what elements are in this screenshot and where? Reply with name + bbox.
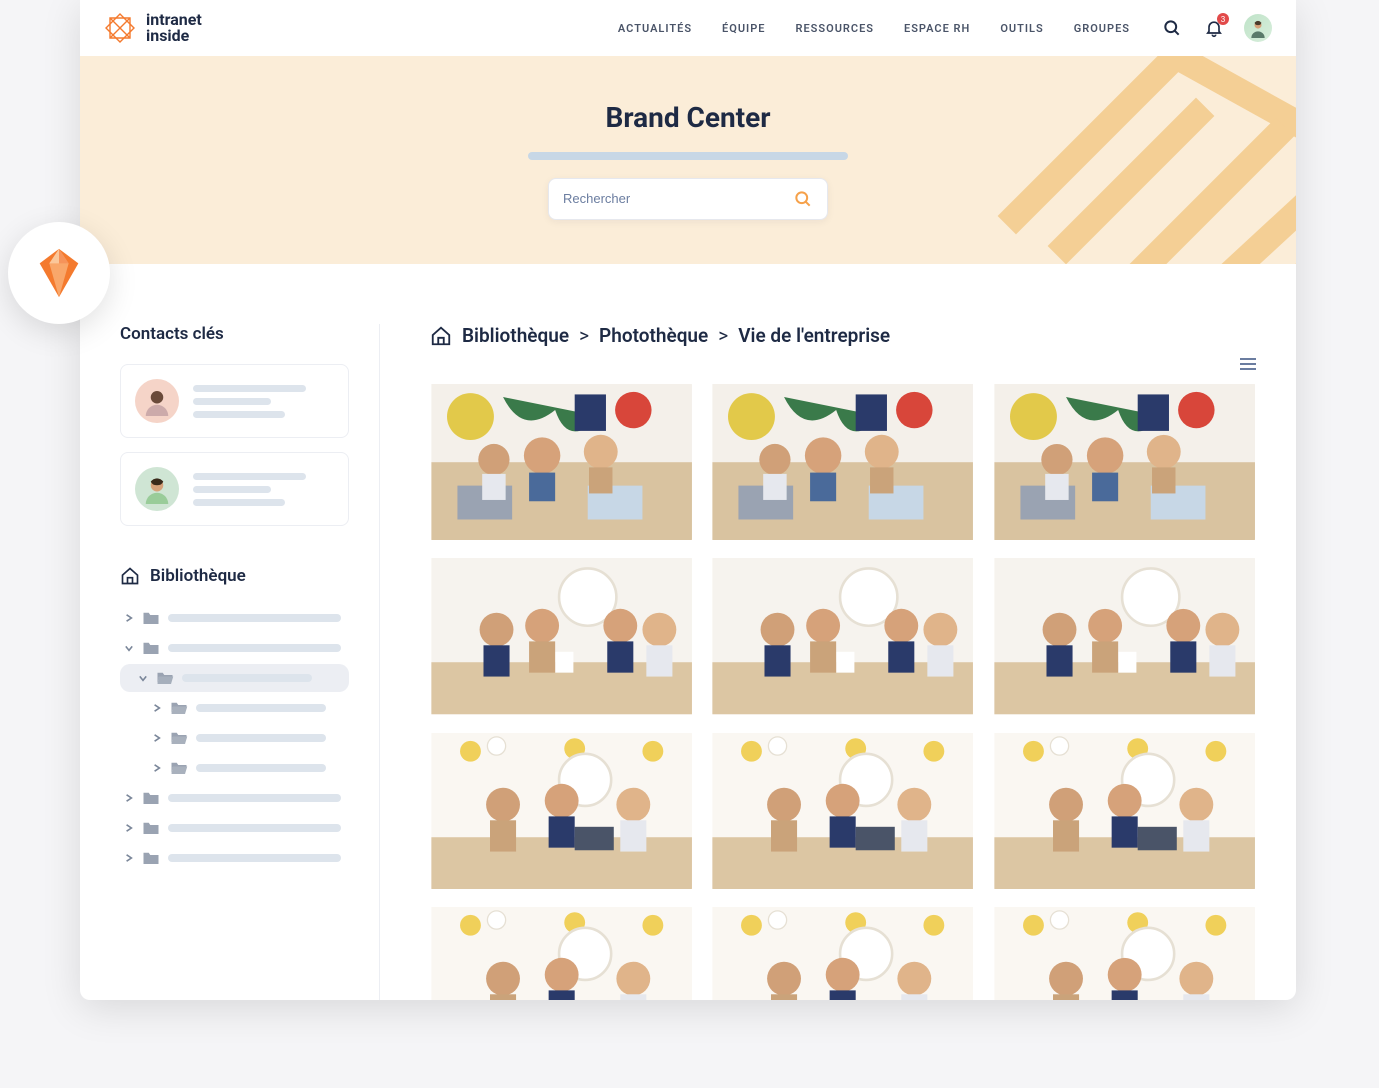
chevron-down-icon [124, 644, 134, 652]
hero-deco-icon [996, 56, 1296, 264]
primary-nav: ACTUALITÉS ÉQUIPE RESSOURCES ESPACE RH O… [618, 14, 1272, 42]
tree-item-selected[interactable] [120, 664, 349, 692]
avatar-face-icon [142, 386, 172, 416]
avatar-face-icon [1248, 18, 1268, 38]
photo-thumb[interactable] [430, 384, 693, 540]
hero-search[interactable] [548, 178, 828, 220]
folder-icon [142, 610, 160, 626]
library-header: Bibliothèque [120, 566, 349, 586]
tree-item[interactable] [120, 844, 349, 872]
folder-icon [142, 640, 160, 656]
tree-item[interactable] [120, 754, 349, 782]
view-list-button[interactable] [1240, 357, 1256, 376]
app-gem-badge [8, 222, 110, 324]
topbar: intranet inside ACTUALITÉS ÉQUIPE RESSOU… [80, 0, 1296, 56]
hero: Brand Center [80, 56, 1296, 264]
folder-tree [120, 604, 349, 872]
nav-actualites[interactable]: ACTUALITÉS [618, 22, 692, 35]
tree-item[interactable] [120, 604, 349, 632]
hero-subtitle-placeholder [528, 152, 848, 160]
contact-card[interactable] [120, 452, 349, 526]
tree-item[interactable] [120, 784, 349, 812]
chevron-right-icon [124, 614, 134, 622]
folder-icon [142, 820, 160, 836]
brand-logo-icon [104, 12, 136, 44]
folder-icon [142, 790, 160, 806]
contact-placeholder-lines [193, 385, 334, 418]
topbar-actions: 3 [1160, 14, 1272, 42]
tree-item[interactable] [120, 724, 349, 752]
contact-avatar [135, 467, 179, 511]
app-window: intranet inside ACTUALITÉS ÉQUIPE RESSOU… [80, 0, 1296, 1000]
photo-thumb[interactable] [993, 907, 1256, 1000]
tree-item[interactable] [120, 694, 349, 722]
tree-item[interactable] [120, 814, 349, 842]
library-title: Bibliothèque [150, 566, 246, 586]
list-icon [1240, 358, 1256, 372]
chevron-down-icon [138, 674, 148, 682]
home-icon [120, 566, 140, 586]
photo-thumb[interactable] [711, 384, 974, 540]
search-icon [1162, 18, 1182, 38]
breadcrumb-library[interactable]: Bibliothèque [462, 324, 569, 347]
search-icon [793, 189, 813, 209]
chevron-right-icon [152, 764, 162, 772]
nav-equipe[interactable]: ÉQUIPE [722, 22, 765, 35]
main-content: Bibliothèque > Photothèque > Vie de l'en… [380, 324, 1296, 1000]
user-avatar[interactable] [1244, 14, 1272, 42]
sidebar: Contacts clés [80, 324, 380, 1000]
brand-name: intranet inside [146, 12, 202, 44]
contact-card[interactable] [120, 364, 349, 438]
search-input[interactable] [563, 191, 793, 206]
nav-espace-rh[interactable]: ESPACE RH [904, 22, 970, 35]
gallery-toolbar [430, 357, 1256, 376]
folder-open-icon [170, 700, 188, 716]
breadcrumb-current: Vie de l'entreprise [738, 324, 890, 347]
nav-outils[interactable]: OUTILS [1000, 22, 1043, 35]
chevron-right-icon [124, 794, 134, 802]
photo-thumb[interactable] [993, 558, 1256, 714]
folder-icon [142, 850, 160, 866]
contacts-title: Contacts clés [120, 324, 349, 344]
breadcrumb-sep: > [718, 324, 728, 347]
photo-thumb[interactable] [993, 733, 1256, 889]
photo-thumb[interactable] [993, 384, 1256, 540]
breadcrumb: Bibliothèque > Photothèque > Vie de l'en… [430, 324, 1256, 347]
tree-item[interactable] [120, 634, 349, 662]
folder-open-icon [156, 670, 174, 686]
brand[interactable]: intranet inside [104, 12, 202, 44]
photo-thumb[interactable] [430, 733, 693, 889]
nav-ressources[interactable]: RESSOURCES [795, 22, 874, 35]
breadcrumb-sep: > [579, 324, 589, 347]
photo-thumb[interactable] [430, 558, 693, 714]
page-title: Brand Center [605, 101, 770, 134]
photo-thumb[interactable] [711, 558, 974, 714]
notifications-button[interactable]: 3 [1202, 16, 1226, 40]
gem-icon [30, 244, 88, 302]
contact-placeholder-lines [193, 473, 334, 506]
photo-grid [430, 384, 1256, 1000]
nav-groupes[interactable]: GROUPES [1074, 22, 1130, 35]
avatar-face-icon [142, 474, 172, 504]
chevron-right-icon [124, 824, 134, 832]
chevron-right-icon [152, 734, 162, 742]
folder-open-icon [170, 760, 188, 776]
photo-thumb[interactable] [711, 733, 974, 889]
search-button[interactable] [1160, 16, 1184, 40]
contact-avatar [135, 379, 179, 423]
breadcrumb-phototheque[interactable]: Photothèque [599, 324, 708, 347]
photo-thumb[interactable] [430, 907, 693, 1000]
chevron-right-icon [124, 854, 134, 862]
content-body: Contacts clés [80, 264, 1296, 1000]
home-icon[interactable] [430, 325, 452, 347]
notification-badge: 3 [1217, 13, 1229, 25]
photo-thumb[interactable] [711, 907, 974, 1000]
chevron-right-icon [152, 704, 162, 712]
folder-open-icon [170, 730, 188, 746]
